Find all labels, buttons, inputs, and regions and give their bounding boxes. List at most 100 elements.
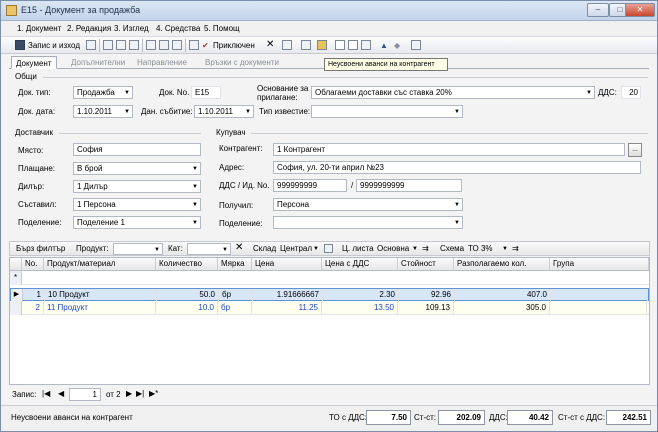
menu-help[interactable]: 5. Помощ (204, 24, 240, 33)
doc-no-field[interactable]: E15 (191, 86, 221, 99)
basis-select[interactable]: Облагаеми доставки със ставка 20% ▼ (311, 86, 595, 99)
category-filter-select[interactable]: ▼ (187, 243, 231, 255)
advance-icon[interactable] (317, 40, 327, 50)
vat-id-label: ДДС / Ид. No. (219, 181, 270, 190)
contractor-lookup-button[interactable]: ... (628, 143, 642, 157)
tab-document[interactable]: Документ (11, 56, 57, 69)
arrow-up-icon[interactable]: ▲ (380, 41, 388, 50)
tab-related-documents[interactable]: Връзки с документи (201, 56, 283, 69)
cell-price[interactable]: 1.91666667 (253, 289, 323, 302)
vat-no-field[interactable]: 999999999 (273, 179, 347, 192)
minimize-button[interactable]: – (587, 3, 609, 17)
clear-filter-icon[interactable]: ✕ (235, 242, 243, 253)
new-document-icon[interactable] (335, 40, 345, 50)
copy-icon[interactable] (116, 40, 126, 50)
delete-icon[interactable]: ✕ (266, 39, 274, 50)
cell-no[interactable]: 1 (23, 289, 45, 302)
close-button[interactable]: ✕ (625, 3, 655, 17)
payment-select[interactable]: В брой ▼ (73, 162, 201, 175)
chevron-down-icon: ▼ (245, 109, 251, 115)
cell-quantity[interactable]: 50.0 (157, 289, 219, 302)
prev-record-icon[interactable]: ◀ (58, 389, 64, 398)
column-header-no[interactable]: No. (22, 258, 44, 271)
print-preview-icon[interactable] (159, 40, 169, 50)
compiler-select[interactable]: 1 Персона ▼ (73, 198, 201, 211)
address-field[interactable]: София, ул. 20-ти април №23 (273, 161, 641, 174)
cell-available[interactable]: 305.0 (454, 302, 550, 315)
menu-bar: 1. Документ 2. Редакция 3. Изглед 4. Сре… (1, 21, 657, 36)
save-exit-button[interactable]: Запис и изход (28, 41, 80, 50)
menu-view[interactable]: 3. Изглед (114, 24, 149, 33)
save-copy-icon[interactable] (86, 40, 96, 50)
warehouse-refresh-icon[interactable] (324, 244, 333, 253)
column-header-product[interactable]: Продукт/материал (44, 258, 156, 271)
cell-group[interactable] (551, 289, 648, 302)
column-header-group[interactable]: Група (550, 258, 649, 271)
cell-value[interactable]: 109.13 (398, 302, 454, 315)
new-row[interactable]: * (10, 271, 649, 285)
tax-date-label: Дан. събитие: (141, 107, 193, 116)
tab-additional[interactable]: Допълнителни (67, 56, 129, 69)
row-selector[interactable] (10, 302, 22, 315)
column-header-quantity[interactable]: Количество (156, 258, 218, 271)
next-record-icon[interactable]: ▶ (126, 389, 132, 398)
cell-available[interactable]: 407.0 (455, 289, 551, 302)
column-header-value[interactable]: Стойност (398, 258, 454, 271)
dealer-select[interactable]: 1 Дилър ▼ (73, 180, 201, 193)
menu-edit[interactable]: 2. Редакция (67, 24, 111, 33)
help-icon[interactable] (411, 40, 421, 50)
contractor-field[interactable]: 1 Контрагент (273, 143, 625, 156)
print-icon[interactable] (146, 40, 156, 50)
cut-icon[interactable] (103, 40, 113, 50)
tax-date-picker[interactable]: 1.10.2011 ▼ (194, 105, 254, 118)
first-record-icon[interactable]: |◀ (42, 389, 50, 398)
product-filter-select[interactable]: ▼ (113, 243, 163, 255)
scheme-select[interactable]: ТО 3% (468, 244, 493, 253)
id-no-field[interactable]: 9999999999 (356, 179, 462, 192)
column-header-available[interactable]: Разполагаемо кол. (454, 258, 550, 271)
tab-direction[interactable]: Направление (133, 56, 191, 69)
edit-icon[interactable] (189, 40, 199, 50)
new-record-icon[interactable]: ▶* (149, 389, 158, 398)
current-record-field[interactable]: 1 (69, 388, 101, 401)
cell-group[interactable] (550, 302, 647, 315)
cell-product[interactable]: 10 Продукт (45, 289, 157, 302)
pricelist-apply-icon[interactable]: ⇉ (422, 244, 429, 253)
undo-icon[interactable] (282, 40, 292, 50)
pricelist-select[interactable]: Основна (377, 244, 409, 253)
doc-type-select[interactable]: Продажба ▼ (73, 86, 133, 99)
doc-date-picker[interactable]: 1.10.2011 ▼ (73, 105, 133, 118)
export-icon[interactable] (172, 40, 182, 50)
scheme-apply-icon[interactable]: ⇉ (512, 244, 519, 253)
table-row[interactable]: 2 11 Продукт 10.0 бр 11.25 13.50 109.13 … (10, 302, 649, 315)
notice-type-select[interactable]: ▼ (311, 105, 463, 118)
menu-document[interactable]: 1. Документ (17, 24, 61, 33)
filter-icon[interactable] (361, 40, 371, 50)
cell-unit[interactable]: бр (218, 302, 252, 315)
column-header-price-vat[interactable]: Цена с ДДС (322, 258, 398, 271)
cell-no[interactable]: 2 (22, 302, 44, 315)
cell-unit[interactable]: бр (219, 289, 253, 302)
supplier-division-select[interactable]: Поделение 1 ▼ (73, 216, 201, 229)
cell-product[interactable]: 11 Продукт (44, 302, 156, 315)
warehouse-select[interactable]: Централ (280, 244, 312, 253)
receiver-select[interactable]: Персона ▼ (273, 198, 463, 211)
post-button[interactable]: Приключен (213, 41, 255, 50)
table-row[interactable]: ▶ 1 10 Продукт 50.0 бр 1.91666667 2.30 9… (10, 288, 649, 302)
buyer-division-select[interactable]: ▼ (273, 216, 463, 229)
cell-quantity[interactable]: 10.0 (156, 302, 218, 315)
refresh-icon[interactable] (301, 40, 311, 50)
cell-value[interactable]: 92.96 (399, 289, 455, 302)
arrow-down-icon[interactable]: ◆ (394, 41, 400, 50)
cell-price[interactable]: 11.25 (252, 302, 322, 315)
last-record-icon[interactable]: ▶| (136, 389, 144, 398)
vat-field[interactable]: 20 (621, 86, 641, 99)
copy-document-icon[interactable] (348, 40, 358, 50)
cell-price-vat[interactable]: 2.30 (323, 289, 399, 302)
paste-icon[interactable] (129, 40, 139, 50)
cell-price-vat[interactable]: 13.50 (322, 302, 398, 315)
menu-tools[interactable]: 4. Средства (156, 24, 200, 33)
column-header-price[interactable]: Цена (252, 258, 322, 271)
column-header-unit[interactable]: Мярка (218, 258, 252, 271)
place-field[interactable]: София (73, 143, 201, 156)
